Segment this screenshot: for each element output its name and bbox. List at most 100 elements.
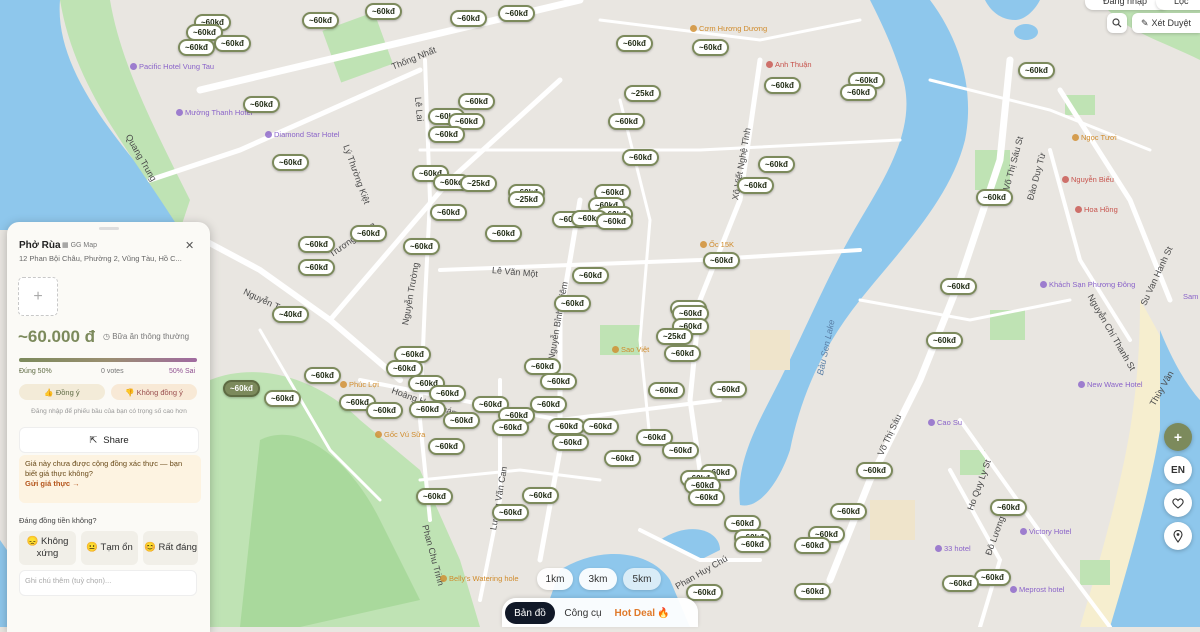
price-pin[interactable]: ~60kđ [942,575,979,592]
restaurant-poi[interactable]: Cơm Hương Dương [690,24,767,33]
hotel-poi[interactable]: 33 hotel [935,544,971,553]
restaurant-poi[interactable]: Ngọc Tươi [1072,133,1117,142]
price-pin[interactable]: ~60kđ [840,84,877,101]
price-pin[interactable]: ~60kđ [856,462,893,479]
price-pin[interactable]: ~60kđ [608,113,645,130]
restaurant-poi[interactable]: Gốc Vú Sữa [375,430,425,439]
close-icon[interactable]: ✕ [185,239,194,252]
price-pin[interactable]: ~60kđ [976,189,1013,206]
tab-hot-deal[interactable]: Hot Deal 🔥 [612,602,672,624]
price-pin[interactable]: ~60kđ [428,126,465,143]
hotel-poi[interactable]: Sam [1183,292,1198,301]
price-pin[interactable]: ~60kđ [764,77,801,94]
restaurant-poi[interactable]: Phúc Lợi [340,380,379,389]
share-button[interactable]: ⇱ Share [19,427,199,453]
distance-chip-5km[interactable]: 5km [623,568,661,590]
price-pin[interactable]: ~60kđ [243,96,280,113]
price-pin[interactable]: ~60kđ [758,156,795,173]
add-button[interactable]: + [1164,423,1192,451]
hotel-poi[interactable]: Pacific Hotel Vung Tau [130,62,214,71]
price-pin[interactable]: ~60kđ [572,267,609,284]
price-pin[interactable]: ~60kđ [498,5,535,22]
price-pin[interactable]: ~60kđ [974,569,1011,586]
price-pin[interactable]: ~60kđ [429,385,466,402]
restaurant-poi[interactable]: Belly's Watering hole [440,574,519,583]
hotel-poi[interactable]: Meprost hotel [1010,585,1064,594]
panel-drag-handle[interactable] [99,227,119,230]
distance-chip-1km[interactable]: 1km [537,568,573,590]
price-pin[interactable]: ~60kđ [443,412,480,429]
price-pin[interactable]: ~60kđ [492,419,529,436]
price-pin[interactable]: ~60kđ [554,295,591,312]
locate-button[interactable] [1164,522,1192,550]
price-pin[interactable]: ~60kđ [264,390,301,407]
price-pin[interactable]: ~60kđ [926,332,963,349]
restaurant-poi[interactable]: Sao Việt [612,345,649,354]
language-button[interactable]: EN [1164,456,1192,484]
tab-tools[interactable]: Công cụ [558,602,608,624]
price-pin[interactable]: ~60kđ [552,434,589,451]
price-pin[interactable]: ~60kđ [703,252,740,269]
price-pin[interactable]: ~60kđ [272,154,309,171]
price-pin[interactable]: ~60kđ [648,382,685,399]
price-pin[interactable]: ~60kđ [350,225,387,242]
review-button[interactable]: ✎ Xét Duyệt [1132,13,1200,33]
price-pin[interactable]: ~60kđ [688,489,725,506]
price-pin[interactable]: ~60kđ [430,204,467,221]
price-pin[interactable]: ~60kđ [548,418,585,435]
price-pin[interactable]: ~60kđ [403,238,440,255]
price-pin[interactable]: ~60kđ [604,450,641,467]
favorites-button[interactable] [1164,489,1192,517]
price-pin[interactable]: ~60kđ [664,345,701,362]
price-pin[interactable]: ~60kđ [416,488,453,505]
price-pin[interactable]: ~60kđ [492,504,529,521]
rating-okay[interactable]: 😐 Tạm ổn [81,531,138,565]
price-pin[interactable]: ~60kđ [940,278,977,295]
restaurant-poi[interactable]: Ốc 15K [700,240,734,249]
price-pin[interactable]: ~60kđ [662,442,699,459]
submit-real-price-link[interactable]: Gửi giá thực → [25,479,195,489]
note-input[interactable]: Ghi chú thêm (tuỳ chọn)... [19,570,197,596]
price-pin[interactable]: ~60kđ [616,35,653,52]
price-pin[interactable]: ~60kđ [428,438,465,455]
hotel-poi[interactable]: Victory Hotel [1020,527,1071,536]
price-pin[interactable]: ~25kđ [656,328,693,345]
price-pin[interactable]: ~60kđ [990,499,1027,516]
tab-map[interactable]: Bản đồ [505,602,555,624]
add-photo-button[interactable]: + [18,277,58,316]
price-pin[interactable]: ~60kđ [622,149,659,166]
price-pin[interactable]: ~60kđ [830,503,867,520]
price-pin[interactable]: ~60kđ [302,12,339,29]
price-pin[interactable]: ~60kđ [710,381,747,398]
price-pin[interactable]: ~60kđ [298,259,335,276]
distance-chip-3km[interactable]: 3km [579,568,617,590]
search-button[interactable] [1107,13,1127,33]
price-pin[interactable]: ~60kđ [734,536,771,553]
price-pin[interactable]: ~60kđ [686,584,723,601]
hotel-poi[interactable]: New Wave Hotel [1078,380,1143,389]
selected-price-pin[interactable]: ~60kđ [223,380,260,397]
price-pin[interactable]: ~60kđ [178,39,215,56]
hotel-poi[interactable]: Cao Su [928,418,962,427]
price-pin[interactable]: ~60kđ [582,418,619,435]
price-pin[interactable]: ~60kđ [365,3,402,20]
price-pin[interactable]: ~60kđ [458,93,495,110]
price-pin[interactable]: ~60kđ [596,213,633,230]
price-pin[interactable]: ~60kđ [692,39,729,56]
hotel-poi[interactable]: Mường Thanh Hotel [176,108,252,117]
price-pin[interactable]: ~60kđ [366,402,403,419]
price-pin[interactable]: ~60kđ [304,367,341,384]
rating-very-worth[interactable]: 😊 Rất đáng [143,531,198,565]
agree-button[interactable]: 👍 Đồng ý [19,384,105,400]
price-pin[interactable]: ~60kđ [522,487,559,504]
price-pin[interactable]: ~60kđ [298,236,335,253]
price-pin[interactable]: ~60kđ [540,373,577,390]
hotel-poi[interactable]: Khách Sạn Phương Đông [1040,280,1135,289]
rating-not-worth[interactable]: 😞 Không xứng [19,531,76,565]
price-pin[interactable]: ~25kđ [624,85,661,102]
price-pin[interactable]: ~40kđ [272,306,309,323]
price-pin[interactable]: ~60kđ [794,583,831,600]
price-pin[interactable]: ~60kđ [485,225,522,242]
filter-button[interactable]: Lọc [1156,0,1200,10]
price-pin[interactable]: ~60kđ [214,35,251,52]
